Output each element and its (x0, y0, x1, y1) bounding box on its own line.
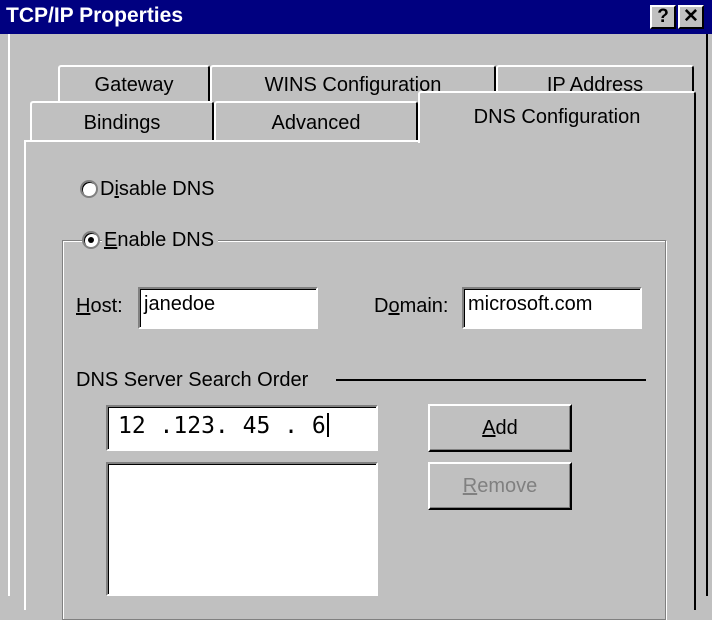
mnemonic: E (104, 229, 118, 251)
window-frame-right (706, 34, 708, 596)
mnemonic: R (462, 475, 478, 497)
enable-dns-radio[interactable] (82, 231, 100, 249)
window-title: TCP/IP Properties (6, 4, 184, 27)
disable-dns-label[interactable]: Disable DNS (100, 178, 215, 201)
tab-dns-configuration[interactable]: DNS Configuration (418, 91, 696, 143)
label-text: D (100, 178, 115, 200)
text-caret (326, 413, 329, 437)
disable-dns-radio[interactable] (80, 180, 98, 198)
button-label: emove (477, 475, 538, 497)
tab-label: Bindings (83, 112, 161, 134)
host-label: Host: (76, 295, 123, 318)
tab-label: Advanced (271, 112, 361, 134)
label-text: D (374, 295, 389, 317)
close-button[interactable]: ✕ (678, 5, 704, 29)
domain-label: Domain: (374, 295, 448, 318)
radio-selected-dot (88, 237, 94, 243)
label-text: main: (399, 295, 449, 317)
button-label: dd (495, 417, 518, 439)
window-frame-left (8, 34, 10, 596)
tab-label: Gateway (94, 74, 174, 96)
label-text: nable DNS (117, 229, 215, 251)
help-icon: ? (657, 6, 669, 27)
tab-label: DNS Configuration (473, 106, 641, 128)
remove-button[interactable]: Remove (428, 462, 572, 510)
separator-line (336, 379, 646, 381)
tab-advanced[interactable]: Advanced (214, 101, 418, 142)
dns-search-order-label: DNS Server Search Order (76, 369, 309, 391)
tab-gateway[interactable]: Gateway (58, 65, 210, 101)
tab-bindings[interactable]: Bindings (30, 101, 214, 142)
mnemonic: o (388, 295, 400, 317)
help-button[interactable]: ? (650, 5, 676, 29)
mnemonic: A (482, 417, 496, 439)
label-text: ost: (90, 295, 123, 317)
add-button[interactable]: Add (428, 404, 572, 452)
domain-input[interactable]: microsoft.com (462, 287, 642, 329)
close-icon: ✕ (683, 6, 699, 27)
ip-value: 12 .123. 45 . 6 (118, 413, 326, 439)
dns-server-list[interactable] (106, 462, 378, 596)
label-text: sable DNS (118, 178, 215, 200)
host-input[interactable]: janedoe (138, 287, 318, 329)
enable-dns-label[interactable]: Enable DNS (102, 229, 219, 252)
dns-server-ip-input[interactable]: 12 .123. 45 . 6 (106, 405, 378, 451)
mnemonic: H (76, 295, 91, 317)
